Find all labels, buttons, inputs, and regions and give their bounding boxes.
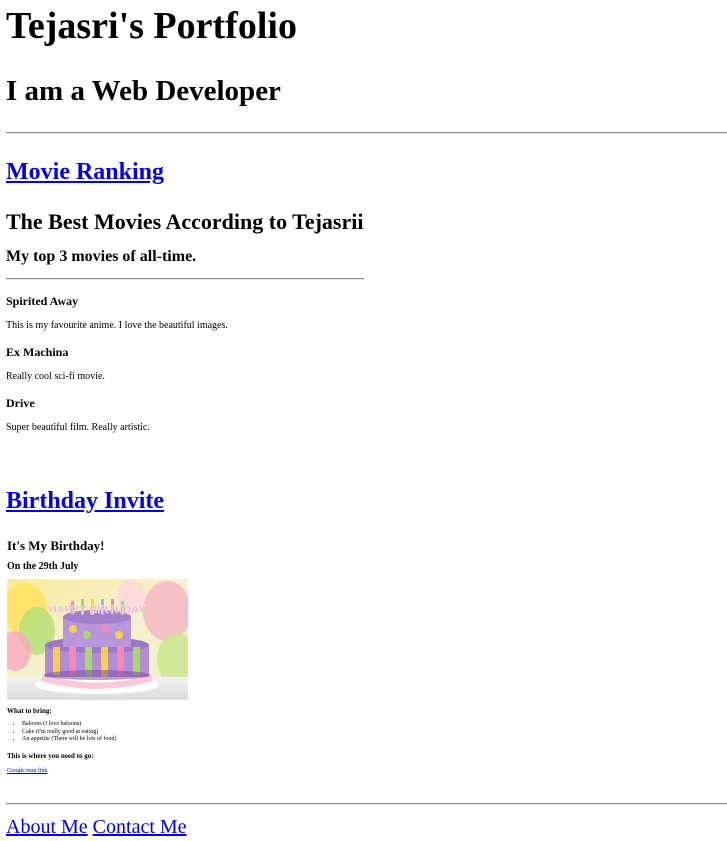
directions-heading: This is where you need to go: <box>7 752 94 760</box>
google-map-link[interactable]: Google map link <box>7 767 47 775</box>
list-item: Cake (I'm really good at eating) <box>22 729 116 737</box>
bring-heading: What to bring: <box>7 707 52 715</box>
divider-movies <box>6 278 364 280</box>
about-me-link[interactable]: About Me <box>6 816 88 838</box>
contact-me-link[interactable]: Contact Me <box>93 816 187 838</box>
birthday-date: On the 29th July <box>7 561 79 572</box>
bring-list: Baloons (I love baloons) Cake (I'm reall… <box>7 721 116 744</box>
movie-description-1: This is my favourite anime. I love the b… <box>6 320 228 331</box>
movie-title-2: Ex Machina <box>6 345 69 359</box>
page-title: Tejasri's Portfolio <box>6 5 297 47</box>
movie-title-3: Drive <box>6 396 35 410</box>
divider-bottom <box>6 803 727 805</box>
birthday-invite-link[interactable]: Birthday Invite <box>6 487 164 515</box>
movie-description-3: Super beautiful film. Really artistic. <box>6 422 150 433</box>
movies-heading: The Best Movies According to Tejasrii <box>6 209 364 234</box>
movie-ranking-link[interactable]: Movie Ranking <box>6 158 164 186</box>
birthday-heading: It's My Birthday! <box>7 538 105 553</box>
page-subtitle: I am a Web Developer <box>6 75 281 107</box>
birthday-cake-image: HAPPY BIRTHDAY <box>7 579 188 700</box>
movie-description-2: Really cool sci-fi movie. <box>6 371 105 382</box>
list-item: Baloons (I love baloons) <box>22 721 116 729</box>
footer-nav: About Me Contact Me <box>6 815 187 839</box>
movies-subheading: My top 3 movies of all-time. <box>6 248 197 265</box>
svg-text:HAPPY BIRTHDAY: HAPPY BIRTHDAY <box>49 604 146 616</box>
movie-title-1: Spirited Away <box>6 294 79 308</box>
list-item: An appetite (There will be lots of food) <box>22 736 116 744</box>
divider-top <box>6 132 727 134</box>
